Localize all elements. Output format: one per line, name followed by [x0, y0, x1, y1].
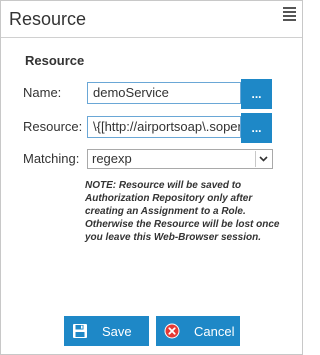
name-label: Name:: [23, 85, 62, 100]
close-circle-icon: [164, 323, 180, 339]
dialog-title: Resource: [9, 9, 87, 29]
matching-select[interactable]: regexp: [87, 149, 273, 169]
resource-label: Resource:: [23, 119, 83, 134]
cancel-button[interactable]: Cancel: [156, 316, 240, 346]
matching-label: Matching:: [23, 151, 80, 166]
name-browse-button[interactable]: ...: [241, 79, 272, 109]
resource-field[interactable]: \{[http://airportsoap\.sopera: [87, 116, 241, 138]
resource-dialog: Resource Resource Name: demoService ... …: [0, 0, 303, 355]
floppy-disk-icon: [73, 324, 87, 338]
save-button-label: Save: [102, 323, 132, 339]
name-field[interactable]: demoService: [87, 82, 241, 104]
hamburger-menu-icon[interactable]: [283, 7, 296, 21]
save-button[interactable]: Save: [64, 316, 149, 346]
chevron-down-icon[interactable]: [255, 151, 271, 167]
resource-browse-button[interactable]: ...: [241, 113, 272, 143]
matching-selected-value: regexp: [92, 151, 132, 166]
cancel-button-label: Cancel: [194, 323, 235, 339]
save-note: NOTE: Resource will be saved to Authoriz…: [85, 180, 280, 243]
header-divider: [1, 37, 302, 38]
section-title: Resource: [25, 53, 85, 68]
